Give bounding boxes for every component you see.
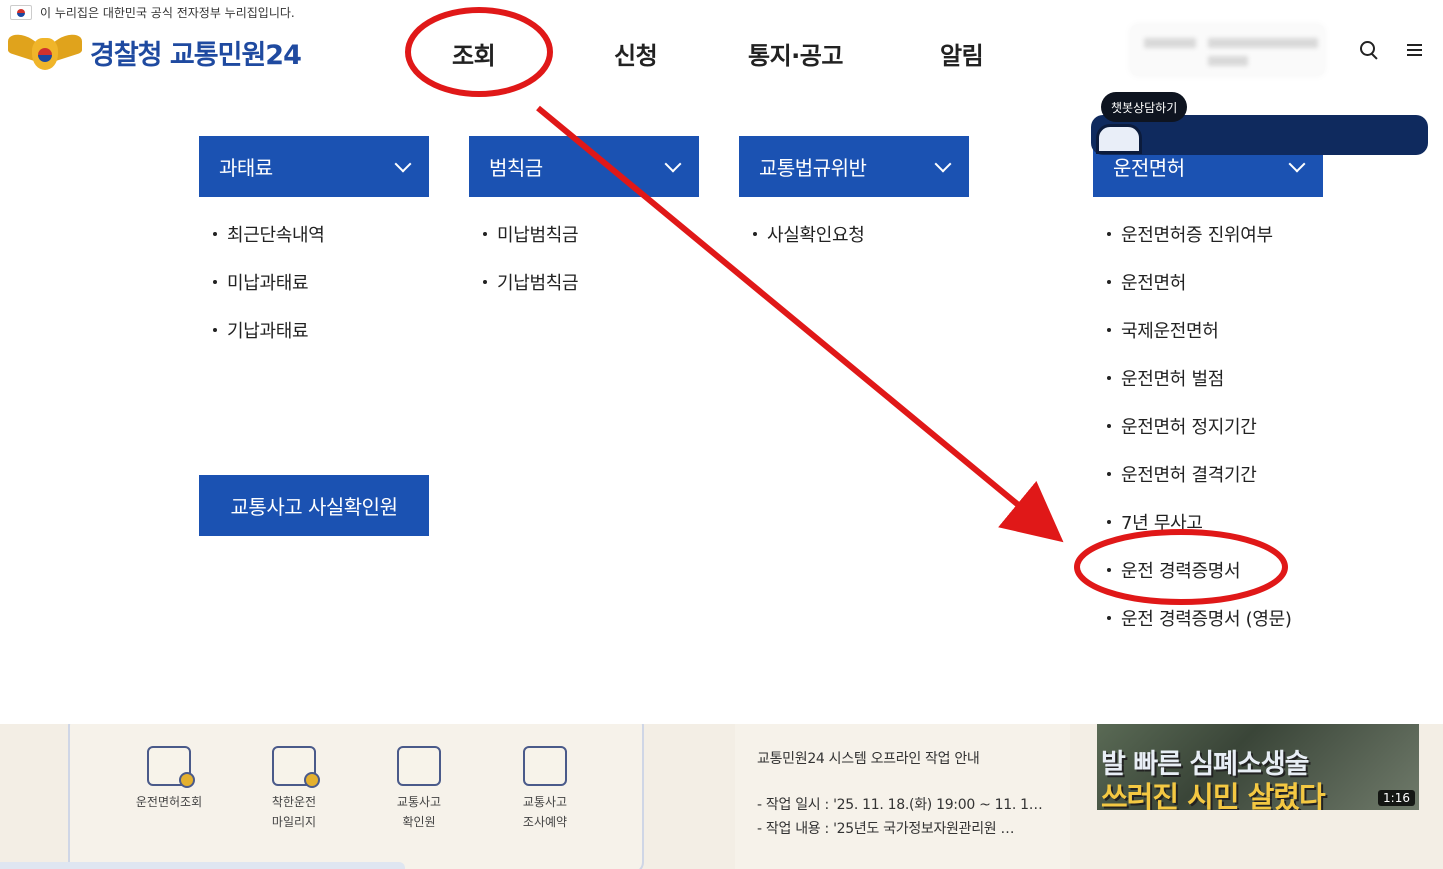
submenu-traffic-violation: 사실확인요청 xyxy=(753,210,865,258)
chevron-down-icon xyxy=(934,155,952,173)
submenu-item[interactable]: 운전면허 xyxy=(1107,258,1292,306)
submenu-fines: 최근단속내역 미납과태료 기납과태료 xyxy=(213,210,325,354)
notice-panel[interactable]: 교통민원24 시스템 오프라인 작업 안내 - 작업 일시 : '25. 11.… xyxy=(735,724,1070,869)
chatbot-robot-icon[interactable] xyxy=(1096,124,1142,154)
notice-line: - 작업 내용 : '25년도 국가정보자원관리원 … xyxy=(757,821,1015,837)
gov-banner-text: 이 누리집은 대한민국 공식 전자정부 누리집입니다. xyxy=(40,5,295,20)
submenu-item[interactable]: 운전면허 결격기간 xyxy=(1107,450,1292,498)
korea-flag-icon xyxy=(10,4,32,20)
quick-item-label: 조사예약 xyxy=(522,815,568,829)
notice-title: 교통민원24 시스템 오프라인 작업 안내 xyxy=(757,751,980,767)
submenu-item[interactable]: 미납과태료 xyxy=(213,258,325,306)
submenu-item[interactable]: 국제운전면허 xyxy=(1107,306,1292,354)
accident-confirmation-button[interactable]: 교통사고 사실확인원 xyxy=(199,475,429,536)
submenu-item[interactable]: 사실확인요청 xyxy=(753,210,865,258)
background-page-section: 운전면허조회 착한운전 마일리지 교통사고 확인원 교통사고 조사예약 교통민원… xyxy=(0,724,1443,869)
gov-banner: 이 누리집은 대한민국 공식 전자정부 누리집입니다. xyxy=(10,3,295,21)
submenu-item[interactable]: 7년 무사고 xyxy=(1107,498,1292,546)
menu-head-label: 운전면허 xyxy=(1113,156,1185,180)
menu-head-traffic-violation[interactable]: 교통법규위반 xyxy=(739,136,969,197)
chevron-down-icon xyxy=(664,155,682,173)
chevron-down-icon xyxy=(1288,155,1306,173)
quick-menu: 운전면허조회 착한운전 마일리지 교통사고 확인원 교통사고 조사예약 xyxy=(68,724,644,869)
submenu-item[interactable]: 미납범칙금 xyxy=(483,210,579,258)
video-thumbnail[interactable]: 발 빠른 심폐소생술 쓰러진 시민 살렸다 1:16 xyxy=(1097,724,1419,810)
submenu-item-driving-record-certificate[interactable]: 운전 경력증명서 xyxy=(1107,546,1292,594)
quick-item-label: 착한운전 xyxy=(271,795,317,809)
car-coins-icon xyxy=(272,746,320,788)
global-navigation: 조회 신청 통지·공고 알림 xyxy=(0,36,1100,70)
quick-item-accident-certificate[interactable]: 교통사고 확인원 xyxy=(374,746,464,832)
quick-item-label: 마일리지 xyxy=(271,815,317,829)
header-icons xyxy=(1359,40,1425,60)
submenu-item[interactable]: 운전면허증 진위여부 xyxy=(1107,210,1292,258)
chatbot-button[interactable]: 챗봇상담하기 xyxy=(1101,92,1188,122)
submenu-item[interactable]: 기납범칙금 xyxy=(483,258,579,306)
notice-line: - 작업 일시 : '25. 11. 18.(화) 19:00 ~ 11. 1… xyxy=(757,797,1043,813)
quick-item-label: 교통사고 xyxy=(522,795,568,809)
scroll-strip xyxy=(0,862,405,869)
submenu-drivers-license: 운전면허증 진위여부 운전면허 국제운전면허 운전면허 벌점 운전면허 정지기간… xyxy=(1107,210,1292,642)
submenu-item[interactable]: 운전 경력증명서 (영문) xyxy=(1107,594,1292,642)
submenu-item[interactable]: 기납과태료 xyxy=(213,306,325,354)
id-card-coins-icon xyxy=(147,746,195,788)
quick-item-safe-driving-mileage[interactable]: 착한운전 마일리지 xyxy=(249,746,339,832)
quick-item-label: 운전면허조회 xyxy=(135,795,203,809)
gnb-item-alerts[interactable]: 알림 xyxy=(940,36,984,71)
document-car-icon xyxy=(397,746,441,786)
menu-head-label: 교통법규위반 xyxy=(759,156,867,180)
menu-head-label: 과태료 xyxy=(219,156,273,180)
hamburger-menu-icon[interactable] xyxy=(1405,40,1425,60)
menu-head-fines[interactable]: 과태료 xyxy=(199,136,429,197)
gnb-item-application[interactable]: 신청 xyxy=(614,36,658,71)
video-duration: 1:16 xyxy=(1378,790,1415,806)
chevron-down-icon xyxy=(394,155,412,173)
submenu-item[interactable]: 최근단속내역 xyxy=(213,210,325,258)
gnb-item-inquiry[interactable]: 조회 xyxy=(452,36,496,71)
menu-head-label: 범칙금 xyxy=(489,156,543,180)
submenu-penalties: 미납범칙금 기납범칙금 xyxy=(483,210,579,306)
submenu-item[interactable]: 운전면허 벌점 xyxy=(1107,354,1292,402)
quick-item-accident-reservation[interactable]: 교통사고 조사예약 xyxy=(500,746,590,832)
quick-item-license-inquiry[interactable]: 운전면허조회 xyxy=(124,746,214,812)
quick-item-label: 확인원 xyxy=(402,815,436,829)
submenu-item[interactable]: 운전면허 정지기간 xyxy=(1107,402,1292,450)
gnb-item-notice[interactable]: 통지·공고 xyxy=(748,36,843,71)
search-icon[interactable] xyxy=(1359,40,1379,60)
quick-item-label: 교통사고 xyxy=(396,795,442,809)
video-caption: 쓰러진 시민 살렸다 xyxy=(1101,780,1326,810)
menu-head-penalties[interactable]: 범칙금 xyxy=(469,136,699,197)
piggy-bank-icon xyxy=(523,746,567,786)
user-info-blurred[interactable] xyxy=(1130,24,1325,76)
